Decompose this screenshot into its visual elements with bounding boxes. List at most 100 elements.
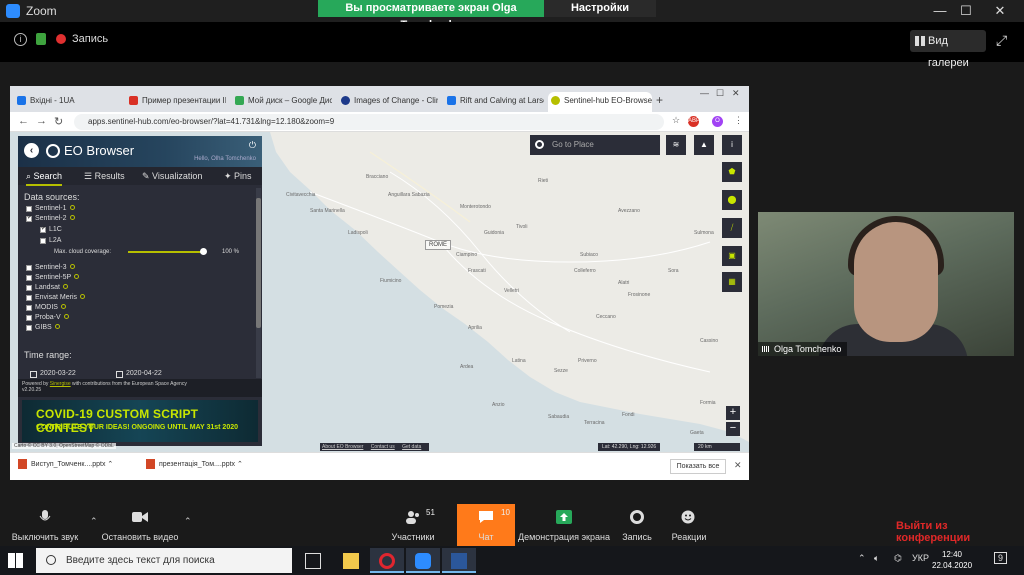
audio-options-chevron-icon[interactable]: ⌃ bbox=[90, 516, 98, 527]
timelapse-film-icon[interactable]: ▦ bbox=[722, 272, 742, 292]
reactions-button[interactable]: Реакции bbox=[664, 504, 714, 546]
forward-icon[interactable]: → bbox=[36, 115, 47, 127]
gallery-view-button[interactable]: Вид галереи bbox=[910, 30, 986, 69]
info-icon[interactable]: i bbox=[14, 33, 27, 46]
logout-icon[interactable]: ⏻ bbox=[249, 140, 256, 151]
covid-contest-banner[interactable]: COVID-19 CUSTOM SCRIPT CONTEST CONTRIBUT… bbox=[22, 400, 258, 442]
info-icon[interactable] bbox=[69, 264, 75, 269]
source-l2a[interactable]: L2A bbox=[40, 237, 61, 244]
information-icon[interactable]: i bbox=[722, 135, 742, 155]
tray-chevron-icon[interactable]: ⌃ bbox=[858, 553, 866, 564]
browser-maximize-icon[interactable]: ☐ bbox=[716, 88, 724, 99]
share-screen-button[interactable]: Демонстрация экрана bbox=[516, 504, 612, 546]
info-icon[interactable] bbox=[69, 205, 75, 210]
taskbar-clock[interactable]: 12:40 22.04.2020 bbox=[932, 549, 972, 571]
checkbox[interactable] bbox=[26, 265, 32, 271]
get-data-link[interactable]: Get data bbox=[402, 444, 421, 450]
panel-scrollbar[interactable] bbox=[256, 188, 261, 378]
star-icon[interactable]: ☆ bbox=[672, 115, 680, 126]
video-options-chevron-icon[interactable]: ⌃ bbox=[184, 516, 192, 527]
source-gibs[interactable]: GIBS bbox=[26, 324, 60, 331]
lock-icon[interactable] bbox=[36, 33, 46, 45]
collapse-panel-icon[interactable]: ‹ bbox=[24, 143, 39, 158]
word-icon[interactable] bbox=[442, 548, 476, 573]
about-link[interactable]: About EO Browser bbox=[322, 444, 363, 450]
tab-results[interactable]: ☰ Results bbox=[84, 171, 125, 182]
participant-video[interactable]: Olga Tomchenko bbox=[758, 212, 1014, 356]
show-all-downloads-button[interactable]: Показать все bbox=[670, 459, 726, 474]
layers-icon[interactable]: ≋ bbox=[666, 135, 686, 155]
scrollbar-thumb[interactable] bbox=[256, 198, 261, 328]
chevron-up-icon[interactable]: ⌃ bbox=[107, 461, 113, 468]
fullscreen-icon[interactable]: ⤢ bbox=[996, 32, 1007, 49]
browser-minimize-icon[interactable]: — bbox=[700, 88, 709, 98]
info-icon[interactable] bbox=[62, 284, 68, 289]
date-to-field[interactable]: 2020-04-22 bbox=[116, 370, 162, 378]
info-icon[interactable] bbox=[54, 324, 60, 329]
minimize-icon[interactable]: — bbox=[930, 3, 950, 18]
participants-button[interactable]: 51 Участники bbox=[384, 504, 442, 546]
network-icon[interactable]: ⌬ bbox=[894, 553, 902, 564]
checkbox[interactable] bbox=[40, 238, 46, 244]
windows-start-icon[interactable] bbox=[8, 553, 23, 568]
download-item[interactable]: презентація_Том....pptx ⌃ bbox=[146, 459, 243, 469]
notifications-icon[interactable]: 9 bbox=[994, 552, 1008, 564]
slider-handle[interactable] bbox=[200, 248, 207, 255]
file-explorer-icon[interactable] bbox=[334, 548, 368, 573]
info-icon[interactable] bbox=[63, 314, 69, 319]
checkbox[interactable] bbox=[26, 295, 32, 301]
profile-icon[interactable]: O bbox=[712, 116, 723, 127]
taskbar-search-input[interactable]: Введите здесь текст для поиска bbox=[36, 548, 292, 573]
source-sentinel-3[interactable]: Sentinel-3 bbox=[26, 264, 75, 271]
source-proba-v[interactable]: Proba-V bbox=[26, 314, 69, 321]
place-search-input[interactable]: Go to Place bbox=[530, 135, 660, 155]
menu-icon[interactable]: ⋮ bbox=[734, 115, 743, 126]
checkbox[interactable] bbox=[40, 225, 46, 233]
sinergise-link[interactable]: Sinergise bbox=[50, 381, 71, 387]
info-icon[interactable] bbox=[60, 304, 66, 309]
record-button[interactable]: Запись bbox=[612, 504, 662, 546]
new-tab-icon[interactable]: + bbox=[656, 93, 663, 107]
source-envisat[interactable]: Envisat Meris bbox=[26, 294, 86, 301]
adblock-icon[interactable]: ABP bbox=[688, 116, 700, 127]
browser-tab-active[interactable]: Sentinel-hub EO-Browse bbox=[548, 92, 652, 112]
chat-button[interactable]: 10 Чат bbox=[457, 504, 515, 546]
checkbox[interactable] bbox=[26, 325, 32, 331]
close-downloads-icon[interactable]: ✕ bbox=[734, 460, 742, 471]
cloud-coverage-slider[interactable] bbox=[128, 248, 207, 255]
zoom-in-button[interactable]: + bbox=[726, 406, 740, 420]
checkbox[interactable] bbox=[26, 214, 32, 222]
mute-button[interactable]: Выключить звук bbox=[6, 504, 84, 546]
tab-visualization[interactable]: ✎ Visualization bbox=[142, 171, 202, 182]
source-modis[interactable]: MODIS bbox=[26, 304, 66, 311]
aoi-draw-icon[interactable]: ⬟ bbox=[722, 162, 742, 182]
download-item[interactable]: Виступ_Томченк....pptx ⌃ bbox=[18, 459, 113, 469]
reload-icon[interactable]: ↻ bbox=[54, 115, 63, 128]
url-field[interactable]: apps.sentinel-hub.com/eo-browser/?lat=41… bbox=[74, 114, 664, 130]
chevron-up-icon[interactable]: ⌃ bbox=[237, 461, 243, 468]
browser-tab[interactable]: Пример презентации II bbox=[126, 92, 226, 112]
browser-tab[interactable]: Images of Change - Clir bbox=[338, 92, 438, 112]
info-icon[interactable] bbox=[80, 294, 86, 299]
close-icon[interactable]: ✕ bbox=[990, 3, 1010, 19]
task-view-icon[interactable] bbox=[296, 548, 330, 573]
checkbox[interactable] bbox=[26, 275, 32, 281]
volume-icon[interactable]: 🔈︎ bbox=[874, 553, 879, 564]
view-settings-button[interactable]: Настройки просмотра ⌄ bbox=[544, 0, 656, 31]
checkbox[interactable] bbox=[26, 285, 32, 291]
browser-tab[interactable]: Мой диск – Google Дис bbox=[232, 92, 332, 112]
browser-tab[interactable]: Rift and Calving at Larse bbox=[444, 92, 544, 112]
opera-icon[interactable] bbox=[370, 548, 404, 573]
measure-ruler-icon[interactable]: ⧸ bbox=[722, 218, 742, 238]
contact-link[interactable]: Contact us bbox=[371, 444, 395, 450]
source-landsat[interactable]: Landsat bbox=[26, 284, 68, 291]
back-icon[interactable]: ← bbox=[18, 115, 29, 127]
checkbox[interactable] bbox=[26, 305, 32, 311]
leave-meeting-button[interactable]: Выйти из конференции bbox=[896, 520, 1024, 544]
source-sentinel-1[interactable]: Sentinel-1 bbox=[26, 205, 75, 212]
source-l1c[interactable]: L1C bbox=[40, 225, 62, 233]
maximize-icon[interactable]: ☐ bbox=[956, 3, 976, 19]
browser-tab[interactable]: Вхідні - 1UA bbox=[14, 92, 114, 112]
image-download-icon[interactable]: ▣ bbox=[722, 246, 742, 266]
poi-marker-icon[interactable]: ⬤ bbox=[722, 190, 742, 210]
